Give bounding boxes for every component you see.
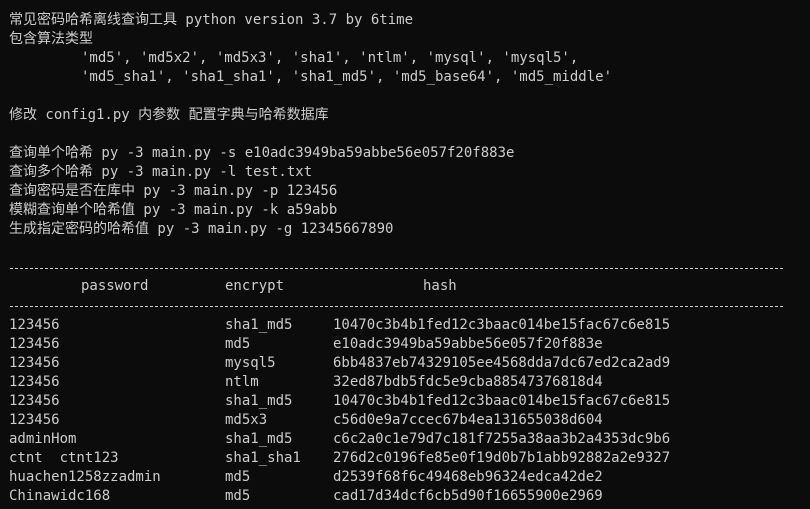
table-row: 123456 md5x3 c56d0e9a7ccec67b4ea13165503… [0, 411, 810, 430]
column-header-password: password [81, 278, 149, 294]
column-header-encrypt: encrypt [225, 278, 285, 294]
cell-password: Chinawidc168 [9, 488, 111, 504]
cell-password: 123456 [9, 336, 60, 352]
cell-hash: c56d0e9a7ccec67b4ea131655038d604 [333, 412, 603, 428]
table-row: adminHom sha1_md5 c6c2a0c1e79d7c181f7255… [0, 430, 810, 449]
cell-encrypt: sha1_md5 [225, 393, 293, 409]
cell-hash: 32ed87bdb5fdc5e9cba88547376818d4 [333, 374, 603, 390]
cell-encrypt: mysql5 [225, 355, 276, 371]
cell-hash: c6c2a0c1e79d7c181f7255a38aa3b2a4353dc9b6 [333, 431, 671, 447]
usage-single-hash: 查询单个哈希 py -3 main.py -s e10adc3949ba59ab… [9, 145, 515, 161]
table-row: Chinawidc168 md5 cad17d34dcf6cb5d90f1665… [0, 487, 810, 506]
algorithm-heading: 包含算法类型 [9, 31, 93, 47]
cell-password: 123456 [9, 374, 60, 390]
table-row: 123456 ntlm 32ed87bdb5fdc5e9cba885473768… [0, 373, 810, 392]
cell-encrypt: md5 [225, 488, 251, 504]
table-header-row: password encrypt hash [0, 277, 810, 296]
cell-password: adminHom [9, 431, 77, 447]
table-row: huachen1258zzadmin md5 d2539f68f6c49468e… [0, 468, 810, 487]
tool-title: 常见密码哈希离线查询工具 python version 3.7 by 6time [9, 12, 414, 28]
cell-encrypt: md5x3 [225, 412, 268, 428]
table-row: ctnt ctnt123 sha1_sha1 276d2c0196fe85e0f… [0, 449, 810, 468]
table-header-rule [10, 306, 783, 307]
cell-encrypt: md5 [225, 336, 251, 352]
table-top-rule [10, 268, 783, 269]
cell-hash: e10adc3949ba59abbe56e057f20f883e [333, 336, 603, 352]
config-note: 修改 config1.py 内参数 配置字典与哈希数据库 [9, 107, 329, 123]
cell-password: 123456 [9, 393, 60, 409]
cell-password: huachen1258zzadmin [9, 469, 161, 485]
cell-password: ctnt ctnt123 [9, 450, 119, 466]
algorithm-list-line-1: 'md5', 'md5x2', 'md5x3', 'sha1', 'ntlm',… [81, 50, 579, 66]
cell-password: 123456 [9, 355, 60, 371]
usage-multi-hash: 查询多个哈希 py -3 main.py -l test.txt [9, 164, 313, 180]
cell-hash: 10470c3b4b1fed12c3baac014be15fac67c6e815 [333, 317, 671, 333]
usage-generate-hash: 生成指定密码的哈希值 py -3 main.py -g 12345667890 [9, 221, 394, 237]
cell-hash: cad17d34dcf6cb5d90f16655900e2969 [333, 488, 603, 504]
cell-encrypt: sha1_sha1 [225, 450, 301, 466]
cell-hash: d2539f68f6c49468eb96324edca42de2 [333, 469, 603, 485]
usage-check-password: 查询密码是否在库中 py -3 main.py -p 123456 [9, 183, 338, 199]
cell-encrypt: sha1_md5 [225, 317, 293, 333]
cell-password: 123456 [9, 317, 60, 333]
cell-hash: 10470c3b4b1fed12c3baac014be15fac67c6e815 [333, 393, 671, 409]
cell-password: 123456 [9, 412, 60, 428]
usage-fuzzy-search: 模糊查询单个哈希值 py -3 main.py -k a59abb [9, 202, 338, 218]
table-row: 123456 sha1_md5 10470c3b4b1fed12c3baac01… [0, 392, 810, 411]
cell-hash: 6bb4837eb74329105ee4568dda7dc67ed2ca2ad9 [333, 355, 671, 371]
table-row: 123456 md5 e10adc3949ba59abbe56e057f20f8… [0, 335, 810, 354]
cell-hash: 276d2c0196fe85e0f19d0b7b1abb92882a2e9327 [333, 450, 671, 466]
table-row: 123456 mysql5 6bb4837eb74329105ee4568dda… [0, 354, 810, 373]
cell-encrypt: ntlm [225, 374, 259, 390]
terminal-window[interactable]: 常见密码哈希离线查询工具 python version 3.7 by 6time… [0, 0, 810, 509]
cell-encrypt: sha1_md5 [225, 431, 293, 447]
table-row: 123456 sha1_md5 10470c3b4b1fed12c3baac01… [0, 316, 810, 335]
cell-encrypt: md5 [225, 469, 251, 485]
algorithm-list-line-2: 'md5_sha1', 'sha1_sha1', 'sha1_md5', 'md… [81, 69, 613, 85]
column-header-hash: hash [423, 278, 457, 294]
